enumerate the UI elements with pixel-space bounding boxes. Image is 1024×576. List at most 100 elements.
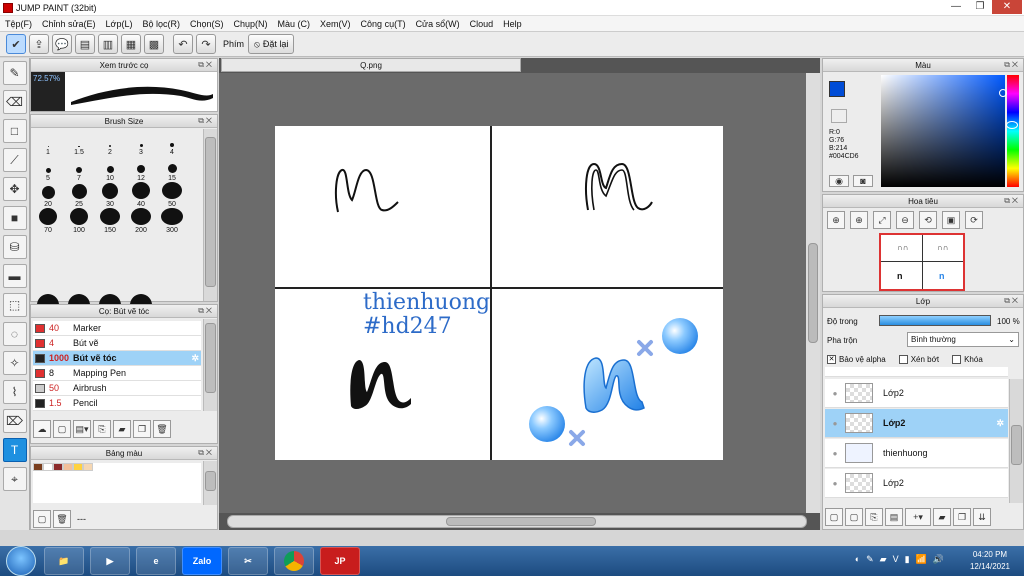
- visibility-icon[interactable]: ●: [825, 449, 845, 458]
- copy-brush-icon[interactable]: ⎘: [93, 420, 111, 438]
- check-icon[interactable]: ✔: [6, 34, 26, 54]
- brush-size-option[interactable]: 100: [64, 208, 94, 234]
- brush-size-option[interactable]: 1.5: [64, 130, 94, 156]
- layer-row[interactable]: ● Lớp2: [825, 379, 1008, 408]
- navigator-thumbnail[interactable]: ∩∩ ∩∩ n n: [879, 233, 965, 291]
- clock[interactable]: 04:20 PM 12/14/2021: [970, 549, 1010, 573]
- brush-item[interactable]: 1.5 Pencil: [33, 396, 201, 411]
- menu-view[interactable]: Xem(V): [315, 19, 356, 29]
- palette-swatch[interactable]: [83, 463, 93, 471]
- hue-slider[interactable]: [1006, 75, 1019, 187]
- brush-item[interactable]: 8 Mapping Pen: [33, 366, 201, 381]
- jump-paint-icon[interactable]: JP: [320, 547, 360, 575]
- comment-icon[interactable]: 💬: [52, 34, 72, 54]
- line-tool-icon[interactable]: ⟋: [2, 148, 27, 172]
- settings-icon[interactable]: ✲: [191, 353, 199, 364]
- tray-icon[interactable]: ▰: [880, 554, 887, 565]
- panel-buttons[interactable]: ⧉✕: [198, 60, 214, 70]
- brush-size-option[interactable]: 40: [126, 182, 156, 208]
- folder-icon[interactable]: ▰: [113, 420, 131, 438]
- fit-window-icon[interactable]: ⤢: [873, 211, 891, 229]
- menu-color[interactable]: Màu (C): [273, 19, 316, 29]
- tray-icon[interactable]: ◐: [855, 554, 860, 565]
- tray-icon[interactable]: V: [893, 554, 899, 565]
- protect-alpha-checkbox[interactable]: ✕: [827, 355, 836, 364]
- copy-layer-icon[interactable]: ⎘: [865, 508, 883, 526]
- new-layer-alt-icon[interactable]: ▢: [845, 508, 863, 526]
- brush-size-scrollbar[interactable]: [203, 129, 217, 301]
- trash-icon[interactable]: 🗑: [153, 420, 171, 438]
- panel-buttons[interactable]: ⧉✕: [198, 116, 214, 126]
- canvas-viewport[interactable]: thienhuong #hd247: [219, 73, 806, 513]
- selection-tool-icon[interactable]: ⬚: [2, 293, 27, 317]
- menu-file[interactable]: Tệp(F): [0, 19, 37, 29]
- duplicate-icon[interactable]: ❐: [133, 420, 151, 438]
- menu-capture[interactable]: Chụp(N): [229, 19, 273, 29]
- new-swatch-icon[interactable]: ▢: [33, 510, 51, 528]
- artboard[interactable]: thienhuong #hd247: [275, 126, 723, 460]
- paint-tool-icon[interactable]: ✂: [228, 547, 268, 575]
- brush-size-option[interactable]: 150: [95, 208, 125, 234]
- undo-icon[interactable]: ↶: [173, 34, 193, 54]
- brush-size-option[interactable]: 12: [126, 156, 156, 182]
- zoom-out-icon[interactable]: ⊖: [896, 211, 914, 229]
- zoom-in-icon[interactable]: ⊕: [827, 211, 845, 229]
- palette-swatch[interactable]: [33, 463, 43, 471]
- palette-swatch[interactable]: [43, 463, 53, 471]
- volume-icon[interactable]: 🔊: [933, 554, 944, 565]
- eyedropper-tool-icon[interactable]: ⌖: [2, 467, 27, 491]
- chrome-icon[interactable]: [274, 547, 314, 575]
- page-icon[interactable]: ▥: [98, 34, 118, 54]
- cloud-icon[interactable]: ☁: [33, 420, 51, 438]
- menu-edit[interactable]: Chỉnh sửa(E): [37, 19, 101, 29]
- select-pen-tool-icon[interactable]: ⌇: [2, 380, 27, 404]
- brush-size-option[interactable]: 70: [33, 208, 63, 234]
- internet-explorer-icon[interactable]: e: [136, 547, 176, 575]
- document-tab[interactable]: Q.png: [221, 58, 521, 72]
- gradient-tool-icon[interactable]: ▬: [2, 264, 27, 288]
- brush-size-option[interactable]: 300: [157, 208, 187, 234]
- visibility-icon[interactable]: ●: [825, 419, 845, 428]
- brush-size-option[interactable]: 4: [157, 130, 187, 156]
- duplicate-icon[interactable]: ❐: [953, 508, 971, 526]
- menu-tools[interactable]: Công cụ(T): [356, 19, 411, 29]
- saturation-value-picker[interactable]: [881, 75, 1007, 187]
- layer-menu-icon[interactable]: ▤: [885, 508, 903, 526]
- menu-filter[interactable]: Bộ lọc(R): [137, 19, 185, 29]
- layer-row-partial[interactable]: [825, 367, 1008, 377]
- brush-size-option[interactable]: 200: [126, 208, 156, 234]
- brush-menu-icon[interactable]: ▤▾: [73, 420, 91, 438]
- palette-scrollbar[interactable]: [203, 461, 217, 505]
- reset-button[interactable]: ⦸ Đặt lại: [248, 34, 295, 54]
- opacity-slider[interactable]: [879, 315, 991, 326]
- maximize-button[interactable]: ❐: [968, 0, 992, 14]
- document-icon[interactable]: ▦: [121, 34, 141, 54]
- select-rect-tool-icon[interactable]: □: [2, 119, 27, 143]
- lasso-tool-icon[interactable]: ◌: [2, 322, 27, 346]
- bucket-tool-icon[interactable]: ⛁: [2, 235, 27, 259]
- rotate-right-icon[interactable]: ⟳: [965, 211, 983, 229]
- close-button[interactable]: ✕: [992, 0, 1022, 14]
- layer-row-selected[interactable]: ● Lớp2 ✲: [825, 409, 1008, 438]
- magic-wand-tool-icon[interactable]: ✧: [2, 351, 27, 375]
- network-icon[interactable]: ▮: [905, 554, 910, 565]
- select-eraser-tool-icon[interactable]: ⌦: [2, 409, 27, 433]
- brush-size-option[interactable]: 15: [157, 156, 187, 182]
- menu-help[interactable]: Help: [498, 19, 527, 29]
- panel-buttons[interactable]: ⧉✕: [1004, 196, 1020, 206]
- brush-list-scrollbar[interactable]: [203, 319, 217, 411]
- brush-item[interactable]: 4 Bút vẽ: [33, 336, 201, 351]
- panel-buttons[interactable]: ⧉✕: [1004, 296, 1020, 306]
- brush-size-option[interactable]: 2: [95, 130, 125, 156]
- fill-rect-tool-icon[interactable]: ■: [2, 206, 27, 230]
- actual-size-icon[interactable]: ▣: [942, 211, 960, 229]
- move-tool-icon[interactable]: ✥: [2, 177, 27, 201]
- zalo-icon[interactable]: Zalo: [182, 547, 222, 575]
- settings-icon[interactable]: ✲: [996, 418, 1004, 429]
- folder-icon[interactable]: ▰: [933, 508, 951, 526]
- panel-buttons[interactable]: ⧉✕: [1004, 60, 1020, 70]
- canvas-horizontal-scrollbar[interactable]: [227, 515, 807, 528]
- lock-checkbox[interactable]: [952, 355, 962, 364]
- layer-row[interactable]: ● Lớp2: [825, 469, 1008, 498]
- brush-item[interactable]: 50 Airbrush: [33, 381, 201, 396]
